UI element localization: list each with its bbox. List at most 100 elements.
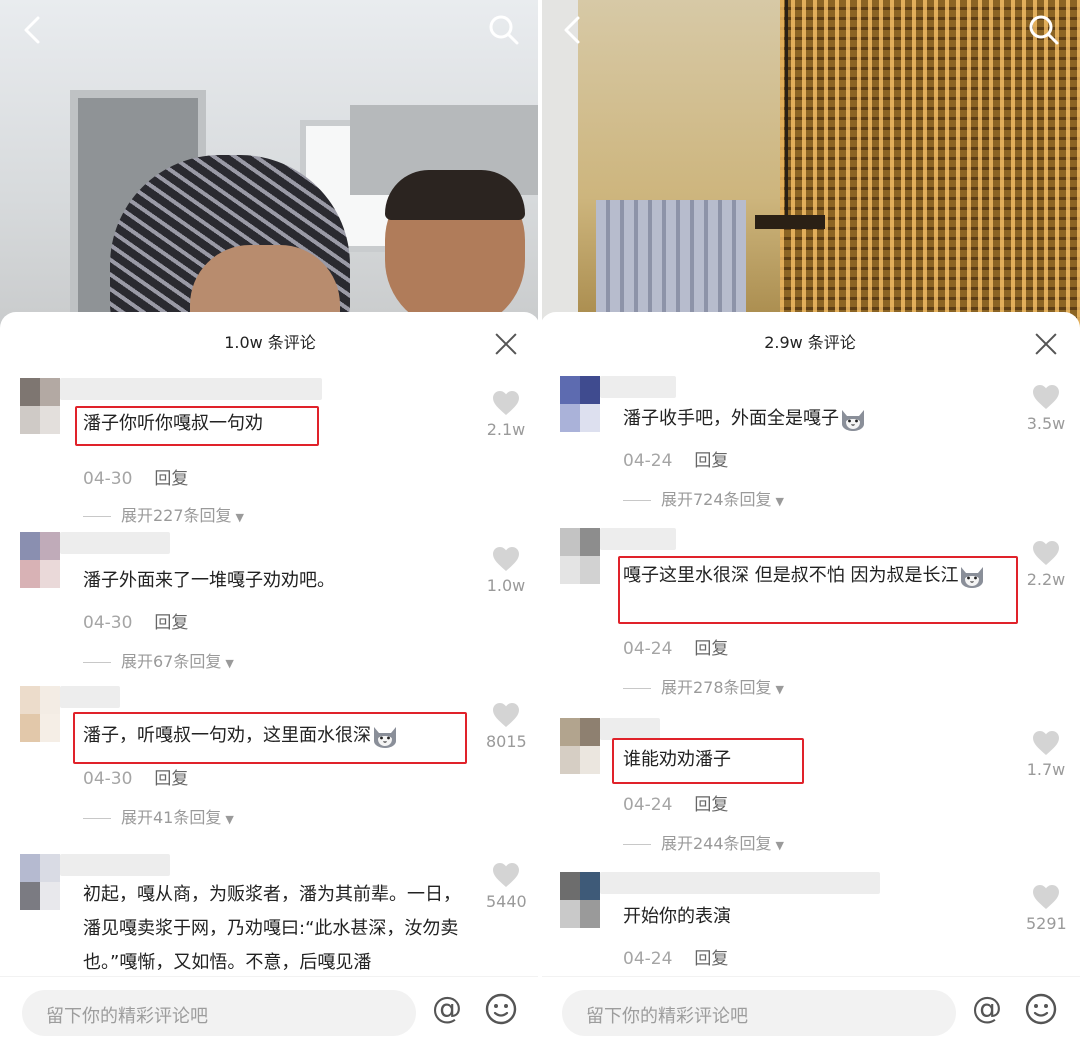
- username-blurred[interactable]: [600, 718, 660, 740]
- avatar[interactable]: [560, 528, 600, 584]
- reply-button[interactable]: 回复: [154, 769, 188, 789]
- reply-button[interactable]: 回复: [694, 639, 728, 659]
- like-button[interactable]: 5291: [1026, 884, 1067, 933]
- like-button[interactable]: 1.0w: [486, 546, 526, 595]
- like-button[interactable]: 1.7w: [1026, 730, 1066, 779]
- expand-replies[interactable]: 展开724条回复 ▼: [623, 486, 784, 510]
- like-count: 1.0w: [486, 576, 526, 595]
- expand-replies[interactable]: 展开67条回复 ▼: [83, 648, 234, 672]
- heart-icon: [493, 863, 519, 887]
- close-icon[interactable]: [1034, 332, 1058, 356]
- comment-meta: 04-30 回复: [83, 608, 188, 633]
- comment-input[interactable]: 留下你的精彩评论吧: [22, 990, 416, 1036]
- at-icon[interactable]: @: [970, 992, 1004, 1026]
- comment-meta: 04-30 回复: [83, 464, 188, 489]
- reply-button[interactable]: 回复: [694, 949, 728, 969]
- expand-replies-label: 展开244条回复: [661, 834, 772, 853]
- heart-icon: [493, 703, 519, 727]
- avatar[interactable]: [20, 532, 60, 588]
- like-count: 2.1w: [486, 420, 526, 439]
- like-button[interactable]: 8015: [486, 702, 527, 751]
- expand-replies-label: 展开724条回复: [661, 490, 772, 509]
- avatar[interactable]: [20, 854, 60, 910]
- like-count: 5291: [1026, 914, 1067, 933]
- username-blurred[interactable]: [60, 532, 170, 554]
- reply-button[interactable]: 回复: [694, 451, 728, 471]
- comment-text: 初起，嘎从商，为贩浆者，潘为其前辈。一日，潘见嘎卖浆于网，乃劝嘎曰:“此水甚深，…: [83, 884, 461, 973]
- search-icon[interactable]: [484, 10, 524, 50]
- cat-emoji-icon: [374, 727, 396, 748]
- comment-text: 开始你的表演: [623, 906, 731, 927]
- video-scene-lamp-bar: [755, 215, 825, 229]
- back-icon[interactable]: [554, 10, 594, 50]
- comment-input-placeholder: 留下你的精彩评论吧: [46, 1006, 208, 1027]
- reply-button[interactable]: 回复: [694, 795, 728, 815]
- avatar[interactable]: [20, 378, 60, 434]
- like-count: 8015: [486, 732, 527, 751]
- like-button[interactable]: 5440: [486, 862, 527, 911]
- caret-down-icon: ▼: [775, 495, 785, 508]
- comment-text: 潘子外面来了一堆嘎子劝劝吧。: [83, 570, 335, 591]
- like-button[interactable]: 2.2w: [1026, 540, 1066, 589]
- at-icon[interactable]: @: [430, 992, 464, 1026]
- heart-icon: [1033, 731, 1059, 755]
- comment-meta: 04-24 回复: [623, 446, 728, 471]
- heart-icon: [493, 391, 519, 415]
- expand-replies[interactable]: 展开244条回复 ▼: [623, 830, 784, 854]
- avatar[interactable]: [20, 686, 60, 742]
- panel-divider: [538, 0, 542, 1045]
- expand-replies[interactable]: 展开278条回复 ▼: [623, 674, 784, 698]
- smiley-icon[interactable]: [1024, 992, 1058, 1026]
- avatar[interactable]: [560, 376, 600, 432]
- heart-icon: [1033, 541, 1059, 565]
- cat-emoji-icon: [961, 567, 984, 588]
- comment-input-bar: 留下你的精彩评论吧 @: [540, 976, 1080, 1045]
- comment-input-bar: 留下你的精彩评论吧 @: [0, 976, 540, 1045]
- video-frame[interactable]: [540, 0, 1080, 330]
- comment-input-placeholder: 留下你的精彩评论吧: [586, 1006, 748, 1027]
- video-scene-lamp: [785, 0, 788, 220]
- video-scene-blinds: [596, 200, 746, 330]
- close-icon[interactable]: [494, 332, 518, 356]
- comment-meta: 04-24 回复: [623, 790, 728, 815]
- panel-right: 2.9w 条评论 潘子收手吧，外面全是嘎子 04-24 回复 展开724条回复 ▼ …: [540, 0, 1080, 1045]
- search-icon[interactable]: [1024, 10, 1064, 50]
- comment-input[interactable]: 留下你的精彩评论吧: [562, 990, 956, 1036]
- username-blurred[interactable]: [60, 686, 120, 708]
- reply-button[interactable]: 回复: [154, 469, 188, 489]
- username-blurred[interactable]: [60, 854, 170, 876]
- caret-down-icon: ▼: [775, 839, 785, 852]
- like-button[interactable]: 3.5w: [1026, 384, 1066, 433]
- username-blurred[interactable]: [60, 378, 322, 400]
- avatar[interactable]: [560, 872, 600, 928]
- video-frame[interactable]: [0, 0, 540, 330]
- avatar[interactable]: [560, 718, 600, 774]
- comment-meta: 04-24 回复: [623, 944, 728, 969]
- username-blurred[interactable]: [600, 528, 676, 550]
- caret-down-icon: ▼: [775, 683, 785, 696]
- comment-text: 潘子你听你嘎叔一句劝: [83, 413, 263, 434]
- smiley-icon[interactable]: [484, 992, 518, 1026]
- username-blurred[interactable]: [600, 376, 676, 398]
- comment-text: 潘子收手吧，外面全是嘎子: [623, 402, 867, 436]
- like-count: 1.7w: [1026, 760, 1066, 779]
- comment-text: 谁能劝劝潘子: [623, 749, 731, 770]
- like-button[interactable]: 2.1w: [486, 390, 526, 439]
- comment-text: 潘子，听嘎叔一句劝，这里面水很深: [83, 719, 399, 753]
- expand-replies-label: 展开278条回复: [661, 678, 772, 697]
- comment-text-label: 潘子收手吧，外面全是嘎子: [623, 408, 839, 429]
- comment-meta: 04-30 回复: [83, 764, 188, 789]
- comment-text-label: 潘子，听嘎叔一句劝，这里面水很深: [83, 725, 371, 746]
- comment-text-label: 嘎子这里水很深 但是叔不怕 因为叔是长江: [623, 565, 959, 586]
- comment-count-title: 2.9w 条评论: [764, 333, 856, 352]
- reply-button[interactable]: 回复: [154, 613, 188, 633]
- like-count: 2.2w: [1026, 570, 1066, 589]
- expand-replies[interactable]: 展开41条回复 ▼: [83, 804, 234, 828]
- username-blurred[interactable]: [600, 872, 880, 894]
- back-icon[interactable]: [14, 10, 54, 50]
- video-person-hair: [385, 170, 525, 220]
- comment-meta: 04-24 回复: [623, 634, 728, 659]
- expand-replies[interactable]: 展开227条回复 ▼: [83, 502, 244, 526]
- heart-icon: [1033, 385, 1059, 409]
- comment-date: 04-30: [83, 613, 133, 633]
